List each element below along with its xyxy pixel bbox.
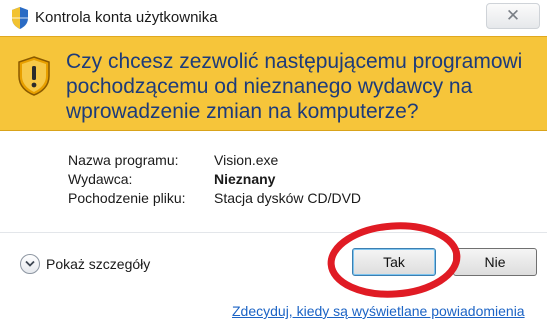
divider: [0, 232, 547, 233]
publisher-label: Wydawca:: [68, 171, 133, 187]
title-bar: Kontrola konta użytkownika ✕: [0, 0, 547, 36]
origin-value: Stacja dysków CD/DVD: [214, 190, 362, 206]
publisher-value: Nieznany: [214, 171, 276, 187]
warning-banner: Czy chcesz zezwolić następującemu progra…: [0, 36, 547, 131]
yes-button[interactable]: Tak: [352, 248, 436, 276]
show-details-label: Pokaż szczegóły: [46, 256, 151, 272]
uac-shield-icon: [12, 7, 28, 29]
program-name-label: Nazwa programu:: [68, 152, 179, 168]
notification-settings-link[interactable]: Zdecyduj, kiedy są wyświetlane powiadomi…: [232, 303, 525, 319]
origin-label: Pochodzenie pliku:: [68, 190, 186, 206]
close-icon: ✕: [505, 6, 521, 25]
warning-shield-icon: [18, 56, 50, 96]
no-button[interactable]: Nie: [453, 248, 537, 276]
banner-message: Czy chcesz zezwolić następującemu progra…: [66, 50, 523, 123]
program-name-value: Vision.exe: [214, 152, 279, 168]
close-button[interactable]: ✕: [486, 3, 540, 29]
chevron-down-icon: [20, 254, 40, 274]
window-title: Kontrola konta użytkownika: [35, 9, 218, 26]
